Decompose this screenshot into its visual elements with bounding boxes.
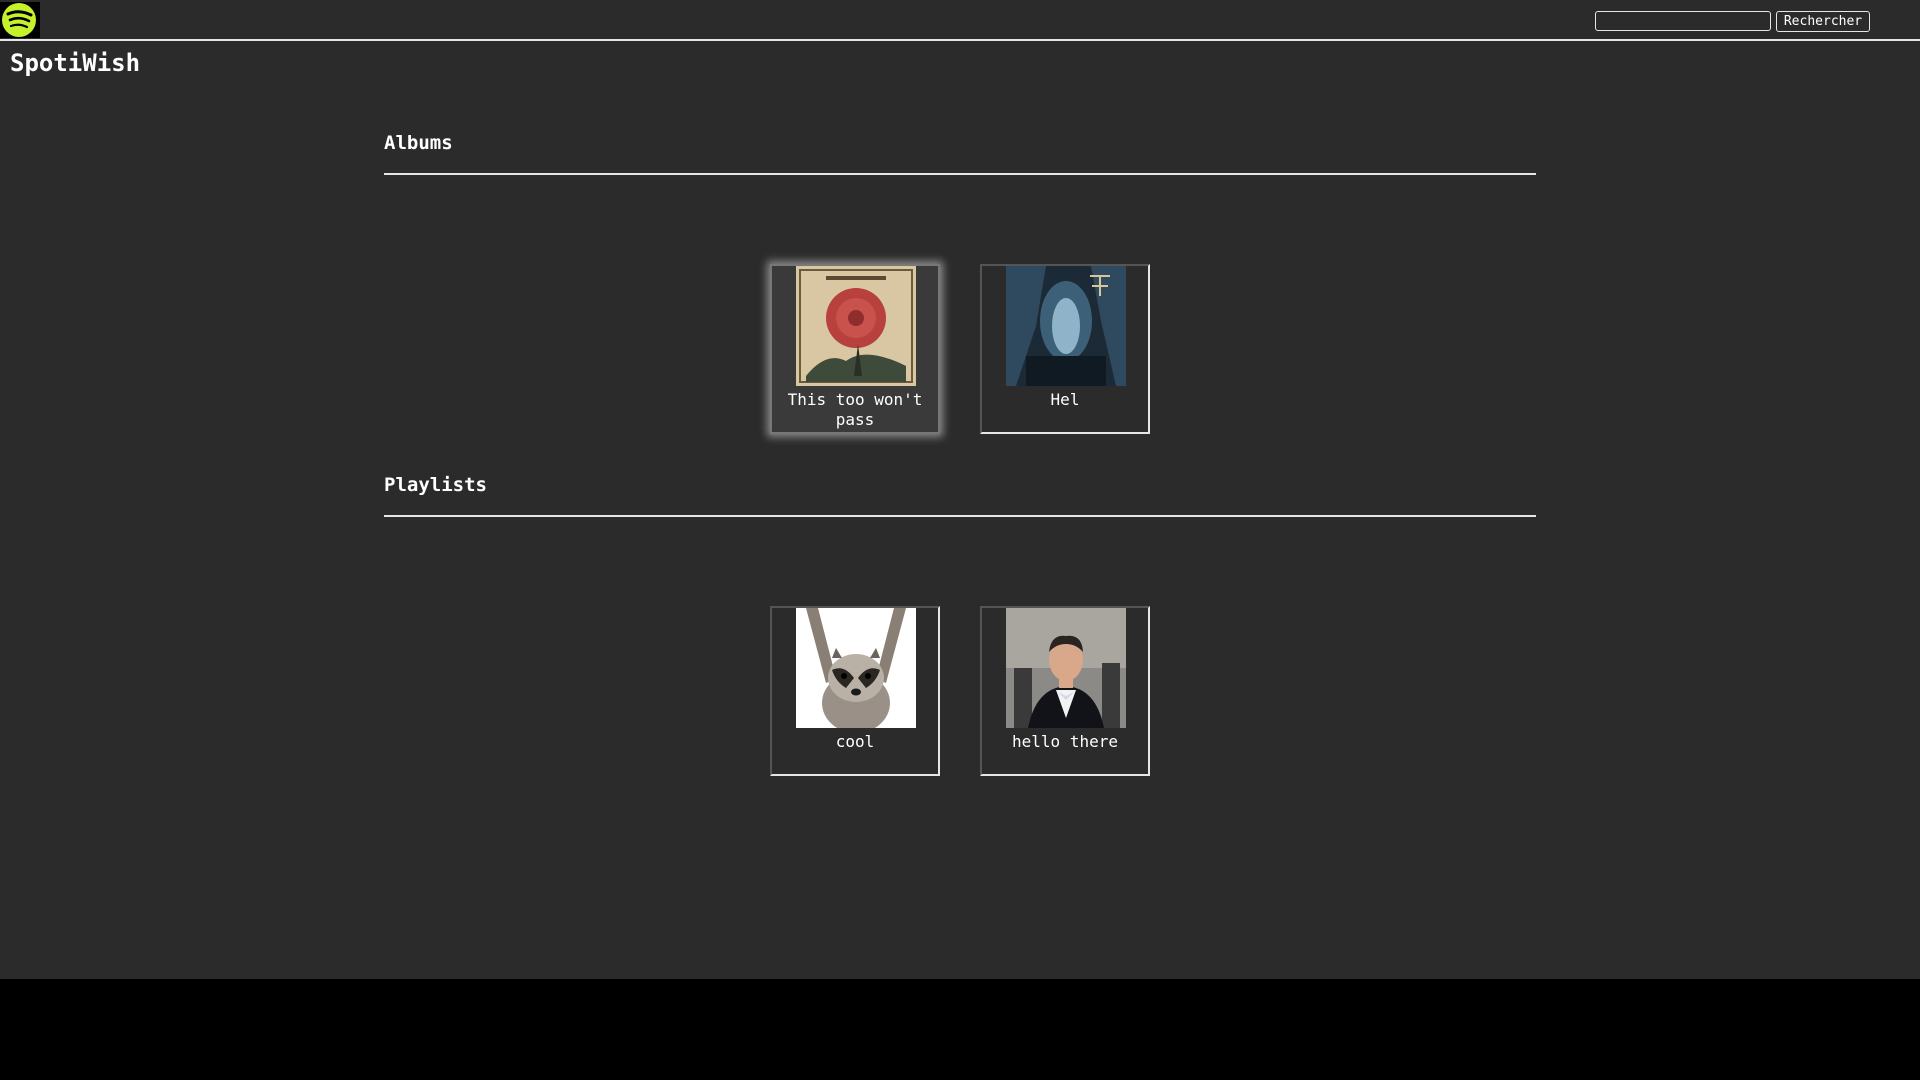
playlists-divider [384, 515, 1536, 517]
playlists-section-title: Playlists [384, 474, 487, 496]
albums-section-title: Albums [384, 132, 453, 154]
albums-divider [384, 173, 1536, 175]
album-card[interactable]: Hel [980, 264, 1150, 434]
album-cover-dark-cave [1006, 266, 1126, 386]
search-input[interactable] [1595, 11, 1771, 31]
search-button[interactable]: Rechercher [1776, 11, 1870, 32]
playlist-cover-man-in-tuxedo [1006, 608, 1126, 728]
album-cover-red-flower-tree [796, 266, 916, 386]
app-root: Rechercher SpotiWish Albums This too won… [0, 0, 1920, 979]
playlist-cover-raccoon [796, 608, 916, 728]
app-title: SpotiWish [10, 49, 141, 77]
album-title: Hel [1050, 390, 1080, 409]
top-bar: Rechercher [0, 0, 1920, 41]
playlist-title: hello there [1012, 732, 1118, 751]
playlist-title: cool [835, 732, 875, 751]
playlist-card[interactable]: cool [770, 606, 940, 776]
playlist-card[interactable]: hello there [980, 606, 1150, 776]
spotify-logo-icon[interactable] [0, 2, 40, 38]
album-card[interactable]: This too won't pass [770, 264, 940, 434]
footer-bar [0, 979, 1920, 1080]
album-title: This too won't pass [787, 390, 923, 429]
